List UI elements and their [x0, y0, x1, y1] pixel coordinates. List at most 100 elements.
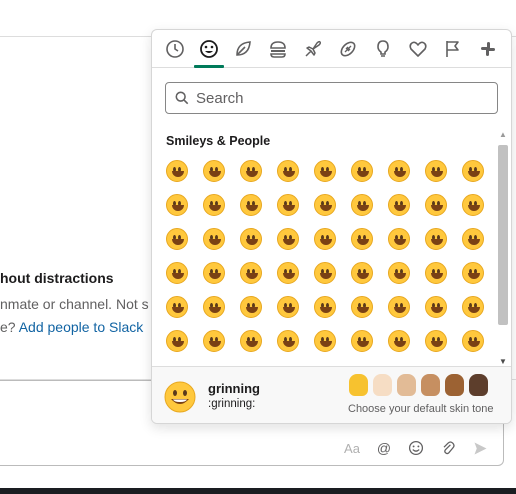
skin-tone-hand-icon-5[interactable] — [445, 374, 464, 396]
tab-recent[interactable] — [162, 36, 188, 62]
emoji-smile[interactable] — [343, 154, 380, 188]
emoji-wink[interactable] — [454, 154, 491, 188]
emoji-icon — [408, 440, 424, 456]
emoji-weary[interactable] — [343, 358, 380, 364]
skin-tone-hand-icon-3[interactable] — [397, 374, 416, 396]
emoji-relaxed[interactable] — [454, 188, 491, 222]
emoji-stuck-out-tongue[interactable] — [195, 290, 232, 324]
emoji-star-struck[interactable] — [232, 222, 269, 256]
emoji-zipper-mouth-face[interactable] — [306, 256, 343, 290]
emoji-search-input[interactable] — [196, 83, 486, 113]
emoji-slightly-smiling-face[interactable] — [158, 222, 195, 256]
emoji-laughing[interactable] — [417, 154, 454, 188]
tab-custom[interactable] — [475, 36, 501, 62]
emoji-relieved[interactable] — [158, 290, 195, 324]
heart-icon — [409, 41, 427, 57]
emoji-fearful[interactable] — [306, 358, 343, 364]
emoji-disappointed-relieved[interactable] — [232, 256, 269, 290]
emoji-exploding-head[interactable] — [380, 358, 417, 364]
emoji-stuck-out-tongue-winking-eye[interactable] — [232, 290, 269, 324]
mention-button[interactable]: @ — [375, 439, 393, 457]
emoji-blush[interactable] — [158, 188, 195, 222]
emoji-confounded[interactable] — [343, 324, 380, 358]
emoji-white-frowning-face[interactable] — [269, 324, 306, 358]
emoji-sweat-smile[interactable] — [380, 154, 417, 188]
emoji-stuck-out-tongue-closed-eyes[interactable] — [269, 290, 306, 324]
emoji-disappointed[interactable] — [380, 324, 417, 358]
emoji-thinking-face[interactable] — [269, 222, 306, 256]
white-frowning-face-icon — [276, 330, 299, 352]
attach-button[interactable] — [439, 439, 457, 457]
emoji-cry[interactable] — [158, 358, 195, 364]
emoji-sob[interactable] — [195, 358, 232, 364]
emoji-kissing-closed-eyes[interactable] — [417, 188, 454, 222]
emoji-yum[interactable] — [195, 188, 232, 222]
send-button[interactable] — [471, 439, 489, 457]
emoji-sleeping[interactable] — [454, 256, 491, 290]
tab-symbols[interactable] — [405, 36, 431, 62]
emoji-search-box[interactable] — [165, 82, 498, 114]
emoji-frowning[interactable] — [232, 358, 269, 364]
skin-tone-selector — [349, 374, 488, 396]
emoji-kissing-heart[interactable] — [306, 188, 343, 222]
skin-tone-hand-icon-4[interactable] — [421, 374, 440, 396]
emoji-hushed[interactable] — [343, 256, 380, 290]
format-toggle-button[interactable]: Aa — [343, 439, 361, 457]
emoji-expressionless[interactable] — [380, 222, 417, 256]
emoji-button[interactable] — [407, 439, 425, 457]
emoji-anguished[interactable] — [269, 358, 306, 364]
emoji-tired-face[interactable] — [417, 256, 454, 290]
hugging-face-icon — [202, 228, 225, 250]
emoji-confused[interactable] — [454, 290, 491, 324]
emoji-sunglasses[interactable] — [232, 188, 269, 222]
emoji-face-with-rolling-eyes[interactable] — [454, 222, 491, 256]
emoji-joy[interactable] — [232, 154, 269, 188]
emoji-cold-sweat[interactable] — [454, 358, 491, 364]
burger-icon — [270, 41, 286, 58]
skin-tone-hand-icon-1[interactable] — [349, 374, 368, 396]
emoji-open-mouth[interactable] — [269, 256, 306, 290]
emoji-smirk[interactable] — [158, 256, 195, 290]
tab-activity[interactable] — [335, 36, 361, 62]
tab-nature[interactable] — [230, 36, 256, 62]
skin-tone-hand-icon-2[interactable] — [373, 374, 392, 396]
emoji-sweat[interactable] — [380, 290, 417, 324]
emoji-money-mouth-face[interactable] — [195, 324, 232, 358]
emoji-persevere[interactable] — [195, 256, 232, 290]
emoji-face-with-raised-eyebrow[interactable] — [306, 222, 343, 256]
emoji-drooling-face[interactable] — [306, 290, 343, 324]
emoji-hugging-face[interactable] — [195, 222, 232, 256]
scroll-down-arrow-icon[interactable]: ▼ — [499, 357, 507, 366]
scroll-thumb[interactable] — [498, 145, 508, 325]
emoji-kissing-smiling-eyes[interactable] — [380, 188, 417, 222]
emoji-neutral-face[interactable] — [343, 222, 380, 256]
tab-flags[interactable] — [440, 36, 466, 62]
tab-objects[interactable] — [370, 36, 396, 62]
scroll-up-arrow-icon[interactable]: ▲ — [499, 130, 507, 139]
emoji-no-mouth[interactable] — [417, 222, 454, 256]
tab-smileys[interactable] — [196, 36, 222, 62]
emoji-upside-down-face[interactable] — [158, 324, 195, 358]
emoji-sleepy[interactable] — [380, 256, 417, 290]
emoji-pensive[interactable] — [417, 290, 454, 324]
emoji-worried[interactable] — [417, 324, 454, 358]
emoji-slightly-frowning-face[interactable] — [306, 324, 343, 358]
open-mouth-icon — [276, 262, 299, 284]
emoji-rofl[interactable] — [269, 154, 306, 188]
tab-food[interactable] — [265, 36, 291, 62]
emoji-astonished[interactable] — [232, 324, 269, 358]
welcome-text-prefix: e? — [0, 319, 19, 335]
emoji-grimacing[interactable] — [417, 358, 454, 364]
emoji-unamused[interactable] — [343, 290, 380, 324]
emoji-triumph[interactable] — [454, 324, 491, 358]
skin-tone-hand-icon-6[interactable] — [469, 374, 488, 396]
emoji-grinning[interactable] — [158, 154, 195, 188]
emoji-grin[interactable] — [195, 154, 232, 188]
tab-travel[interactable] — [300, 36, 326, 62]
composer-toolbar: Aa @ — [343, 439, 489, 457]
emoji-scrollbar[interactable]: ▲ ▼ — [497, 128, 509, 368]
emoji-kissing[interactable] — [343, 188, 380, 222]
emoji-heart-eyes[interactable] — [269, 188, 306, 222]
emoji-smiley[interactable] — [306, 154, 343, 188]
add-people-link[interactable]: Add people to Slack — [19, 319, 144, 335]
